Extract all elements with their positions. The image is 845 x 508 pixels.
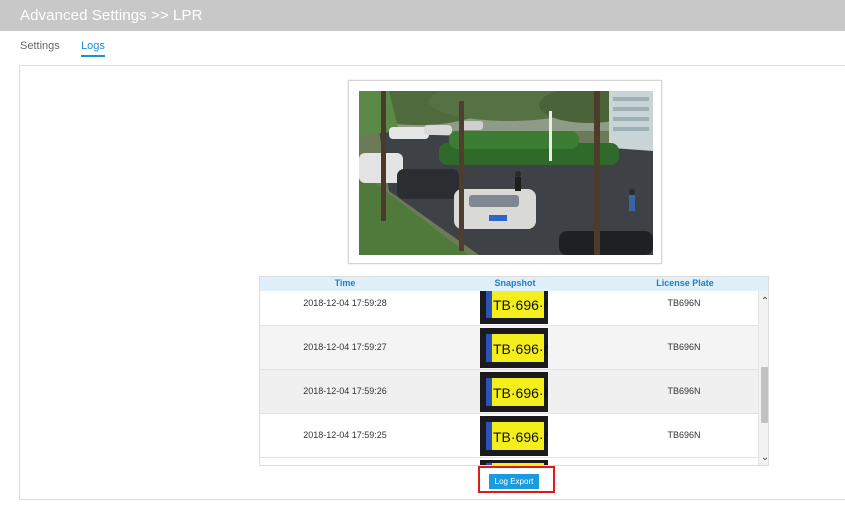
row-time: 2018-12-04 17:59:28 [303,298,387,308]
table-body: 2018-12-04 17:59:28 TB·696·N TB696N 2018… [260,291,758,465]
column-header-license-plate: License Plate [656,278,714,288]
row-time: 2018-12-04 17:59:26 [303,386,387,396]
plate-snapshot: TB·696·N [480,372,548,412]
camera-snapshot-image [359,91,653,255]
page-title: Advanced Settings >> LPR [20,7,203,24]
chevron-down-icon[interactable]: ⌄ [760,452,768,463]
chevron-up-icon[interactable]: ⌃ [760,296,768,307]
tab-settings[interactable]: Settings [20,40,60,52]
table-row-partial[interactable] [260,458,758,465]
lpr-log-table: Time Snapshot License Plate 2018-12-04 1… [259,276,769,466]
log-export-button[interactable]: Log Export [489,474,539,489]
table-header: Time Snapshot License Plate [260,277,768,291]
row-time: 2018-12-04 17:59:27 [303,342,387,352]
plate-snapshot: TB·696·N [480,328,548,368]
row-license-plate: TB696N [667,342,701,352]
table-row[interactable]: 2018-12-04 17:59:27 TB·696·N TB696N [260,326,758,370]
table-row[interactable]: 2018-12-04 17:59:28 TB·696·N TB696N [260,291,758,326]
plate-snapshot: TB·696·N [480,416,548,456]
plate-snapshot-text: TB·696·N [493,341,548,357]
scrollbar-thumb[interactable] [761,367,768,423]
camera-snapshot-frame [348,80,662,264]
row-time: 2018-12-04 17:59:25 [303,430,387,440]
table-row[interactable]: 2018-12-04 17:59:25 TB·696·N TB696N [260,414,758,458]
table-scrollbar[interactable]: ⌃ ⌄ [758,291,768,465]
row-license-plate: TB696N [667,430,701,440]
column-header-time: Time [334,278,356,288]
plate-snapshot-text: TB·696·N [493,429,548,445]
tab-bar: Settings Logs [0,31,845,65]
row-license-plate: TB696N [667,386,701,396]
row-license-plate: TB696N [667,298,701,308]
table-row[interactable]: 2018-12-04 17:59:26 TB·696·N TB696N [260,370,758,414]
plate-snapshot: TB·696·N [480,291,548,324]
column-header-snapshot: Snapshot [494,278,536,288]
title-bar: Advanced Settings >> LPR [0,0,845,31]
plate-snapshot-text: TB·696·N [493,385,548,401]
plate-snapshot-text: TB·696·N [493,297,548,313]
tab-logs[interactable]: Logs [81,40,105,57]
